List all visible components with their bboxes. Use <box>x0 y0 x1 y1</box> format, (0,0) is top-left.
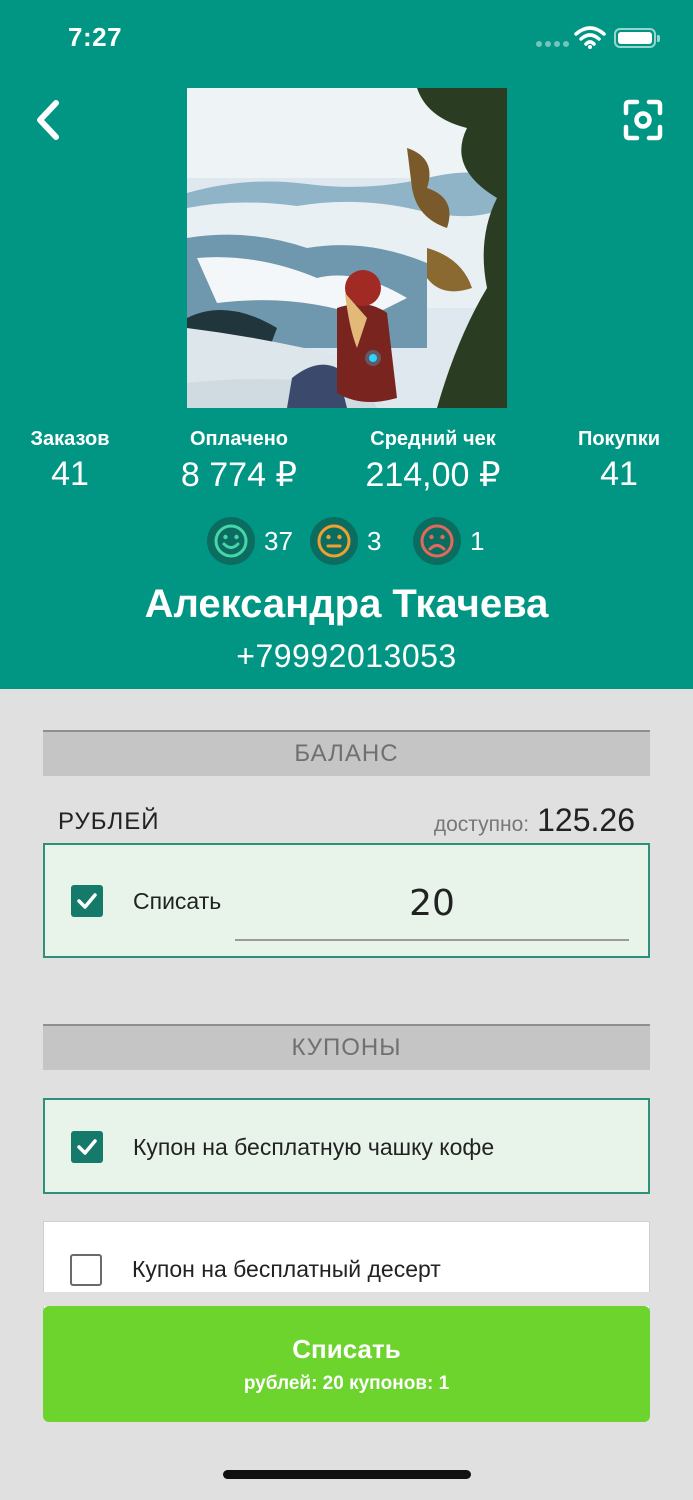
checkmark-icon <box>77 893 97 909</box>
wifi-icon <box>574 26 606 49</box>
stat-value: 41 <box>51 455 89 493</box>
list-fade <box>0 1292 693 1306</box>
debit-checkbox[interactable] <box>71 885 103 917</box>
status-time: 7:27 <box>68 22 123 52</box>
back-button[interactable] <box>28 95 72 145</box>
battery-icon <box>614 28 660 48</box>
coupon-label: Купон на бесплатный десерт <box>132 1256 441 1282</box>
stat-paid: Оплачено 8 774 ₽ <box>168 428 310 495</box>
rating-count: 37 <box>264 525 293 556</box>
debit-balance-card[interactable]: Списать <box>43 843 650 958</box>
stat-value: 8 774 ₽ <box>180 456 298 494</box>
happy-face-icon <box>207 517 255 565</box>
cellular-signal-icon <box>536 41 569 47</box>
home-indicator[interactable] <box>223 1470 471 1479</box>
balance-section-header: БАЛАНС <box>43 730 650 776</box>
submit-summary: рублей: 20 купонов: 1 <box>243 1373 450 1394</box>
coupons-section-header: КУПОНЫ <box>43 1024 650 1070</box>
scan-button[interactable] <box>618 95 668 145</box>
available-value: 125.26 <box>537 802 635 838</box>
coupon-checkbox[interactable] <box>71 1131 103 1163</box>
coupon-label: Купон на бесплатную чашку кофе <box>133 1134 495 1160</box>
stat-label: Покупки <box>577 428 661 450</box>
customer-photo <box>187 88 507 408</box>
rating-count: 3 <box>367 525 382 556</box>
sad-face-icon <box>413 517 461 565</box>
debit-amount-input[interactable] <box>235 857 629 941</box>
customer-phone: +79992013053 <box>236 638 457 674</box>
submit-debit-button[interactable]: Списать рублей: 20 купонов: 1 <box>43 1306 650 1422</box>
scan-icon <box>623 99 663 141</box>
available-label: доступно: <box>433 813 530 836</box>
stat-label: Оплачено <box>190 428 288 450</box>
rating-count: 1 <box>470 525 485 556</box>
neutral-face-icon <box>310 517 358 565</box>
rating-happy: 37 <box>207 517 293 565</box>
debit-label: Списать <box>133 888 222 914</box>
stat-label: Заказов <box>30 428 110 450</box>
rating-sad: 1 <box>413 517 484 565</box>
customer-header: 7:27 Заказов 41 Оплачено 8 774 ₽ Средний… <box>0 0 693 689</box>
stat-purchases: Покупки 41 <box>568 428 670 494</box>
rating-neutral: 3 <box>310 517 381 565</box>
customer-name: Александра Ткачева <box>144 582 549 626</box>
checkmark-icon <box>77 1139 97 1155</box>
coupon-item[interactable]: Купон на бесплатную чашку кофе <box>43 1098 650 1194</box>
stat-orders: Заказов 41 <box>20 428 120 494</box>
coupon-checkbox[interactable] <box>70 1254 102 1286</box>
stat-average-check: Средний чек 214,00 ₽ <box>352 428 514 495</box>
chevron-left-icon <box>37 100 59 140</box>
available-balance: доступно: 125.26 <box>434 802 635 839</box>
stat-value: 41 <box>600 455 638 493</box>
submit-title: Списать <box>292 1334 401 1364</box>
currency-label: РУБЛЕЙ <box>58 808 160 835</box>
stat-value: 214,00 ₽ <box>365 456 501 494</box>
stat-label: Средний чек <box>370 428 496 450</box>
